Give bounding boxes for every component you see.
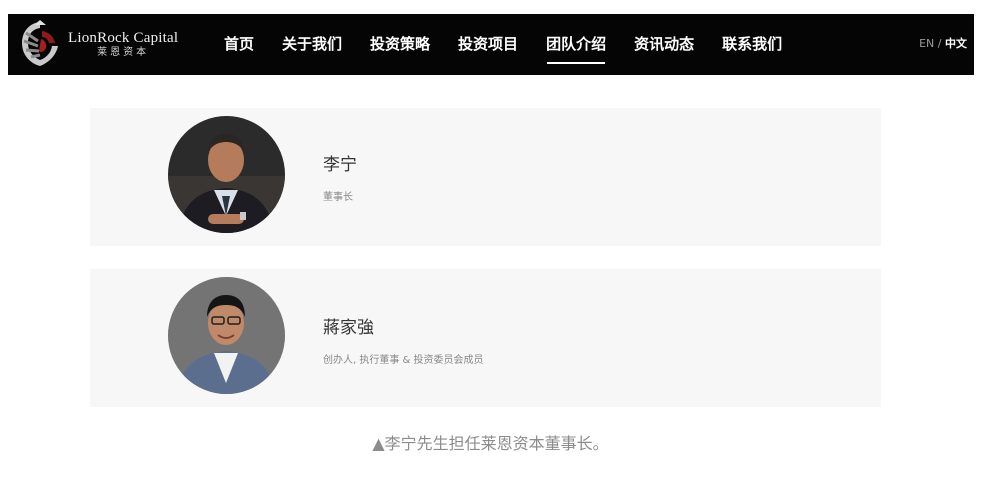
portrait-photo-icon (168, 116, 285, 233)
main-nav: 首页 关于我们 投资策略 投资项目 团队介绍 资讯动态 联系我们 (224, 14, 810, 75)
top-navigation-bar: LionRock Capital 莱恩资本 首页 关于我们 投资策略 投资项目 … (8, 14, 974, 75)
avatar (168, 277, 285, 394)
team-member-card[interactable]: 蔣家強 创办人, 执行董事 & 投资委员会成员 (90, 269, 881, 407)
portrait-photo-icon (168, 277, 285, 394)
member-name: 蔣家強 (323, 318, 374, 338)
member-title: 创办人, 执行董事 & 投资委员会成员 (323, 355, 484, 366)
team-member-card[interactable]: 李宁 董事长 (90, 108, 881, 246)
lang-en[interactable]: EN (919, 37, 934, 50)
logo[interactable]: LionRock Capital 莱恩资本 (18, 19, 178, 69)
nav-contact[interactable]: 联系我们 (722, 14, 782, 75)
nav-team[interactable]: 团队介绍 (546, 14, 606, 75)
lion-logo-icon (22, 20, 58, 66)
member-name: 李宁 (323, 155, 357, 175)
member-title: 董事长 (323, 192, 353, 203)
avatar (168, 116, 285, 233)
nav-about[interactable]: 关于我们 (282, 14, 342, 75)
image-caption: ▲李宁先生担任莱恩资本董事长。 (372, 434, 609, 453)
logo-chinese-name: 莱恩资本 (97, 46, 150, 58)
lang-cn[interactable]: 中文 (945, 37, 967, 50)
logo-english-name: LionRock Capital (68, 30, 179, 47)
lang-separator: / (934, 37, 945, 50)
nav-news[interactable]: 资讯动态 (634, 14, 694, 75)
nav-portfolio[interactable]: 投资项目 (458, 14, 518, 75)
nav-strategy[interactable]: 投资策略 (370, 14, 430, 75)
nav-home[interactable]: 首页 (224, 14, 254, 75)
language-switcher: EN / 中文 (919, 14, 967, 75)
